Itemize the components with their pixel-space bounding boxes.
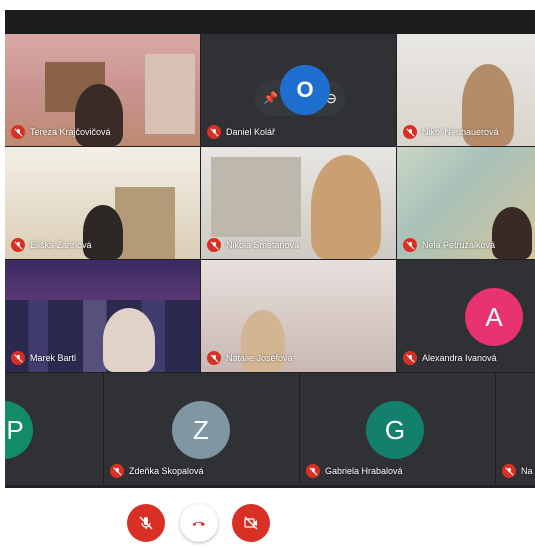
participant-name: Alexandra Ivanová <box>422 353 497 363</box>
mic-off-icon <box>11 351 25 365</box>
camera-toggle-button[interactable] <box>232 504 270 542</box>
furniture <box>115 187 175 259</box>
avatar-initial: Z <box>193 414 209 445</box>
mic-off-icon <box>207 125 221 139</box>
avatar-initial: A <box>485 301 503 332</box>
avatar: Z <box>172 401 230 459</box>
participant-tile[interactable]: Nela Petružálková <box>397 147 535 259</box>
participant-name: Na <box>521 466 533 476</box>
participant-name: Marek Bartl <box>30 353 77 363</box>
hang-up-button[interactable] <box>180 504 218 542</box>
top-bar <box>0 0 535 10</box>
participant-tile[interactable]: P <box>5 373 103 485</box>
avatar: P <box>5 401 33 459</box>
participant-tile[interactable]: Na <box>496 373 535 485</box>
video-feed-person <box>311 155 381 259</box>
mic-off-icon <box>139 516 153 530</box>
participant-tile[interactable]: Natálie Josefová <box>201 260 396 372</box>
participant-name: Zdeňka Skopalová <box>129 466 204 476</box>
mic-off-icon <box>207 351 221 365</box>
participant-tile[interactable]: Nikol Neubauerová <box>397 34 535 146</box>
participant-tile[interactable]: G Gabriela Hrabalová <box>300 373 495 485</box>
bookshelf <box>211 157 301 237</box>
participant-name: Eliška Zahnová <box>30 240 92 250</box>
participant-name: Tereza Krajčovičová <box>30 127 111 137</box>
mic-off-icon <box>207 238 221 252</box>
participant-name: Nikola Smetanová <box>226 240 300 250</box>
video-feed-person <box>492 207 532 259</box>
participant-tile[interactable]: A Alexandra Ivanová <box>397 260 535 372</box>
top-strip <box>5 10 535 34</box>
mic-off-icon <box>11 125 25 139</box>
participant-tile[interactable]: Eliška Zahnová <box>5 147 200 259</box>
participant-name: Gabriela Hrabalová <box>325 466 403 476</box>
call-controls <box>0 488 535 547</box>
participant-name: Natálie Josefová <box>226 353 293 363</box>
phone-hangup-icon <box>193 521 205 526</box>
avatar-initial: G <box>384 414 406 445</box>
mic-off-icon <box>403 238 417 252</box>
video-feed-person <box>103 308 155 372</box>
avatar-initial: P <box>6 414 24 445</box>
mic-off-icon <box>110 464 124 478</box>
participant-name: Daniel Kolář <box>226 127 276 137</box>
participant-tile[interactable]: Z Zdeňka Skopalová <box>104 373 299 485</box>
participant-name: Nikol Neubauerová <box>422 127 499 137</box>
avatar: A <box>465 288 523 346</box>
outlook-icon: O <box>280 65 330 115</box>
app-icon-initial: O <box>296 77 314 102</box>
participant-tile[interactable]: Marek Bartl <box>5 260 200 372</box>
participant-tile[interactable]: Nikola Smetanová <box>201 147 396 259</box>
pin-icon[interactable]: 📌 <box>263 91 278 105</box>
avatar: G <box>366 401 424 459</box>
camera-off-icon <box>244 516 258 530</box>
participant-name: Nela Petružálková <box>422 240 496 250</box>
mic-toggle-button[interactable] <box>127 504 165 542</box>
mic-off-icon <box>403 125 417 139</box>
mic-off-icon <box>11 238 25 252</box>
mic-off-icon <box>502 464 516 478</box>
participant-tile[interactable]: Tereza Krajčovičová <box>5 34 200 146</box>
mic-off-icon <box>403 351 417 365</box>
window <box>145 54 195 134</box>
mic-off-icon <box>306 464 320 478</box>
participant-grid: Tereza Krajčovičová Daniel Kolář Nikol N… <box>5 10 535 488</box>
